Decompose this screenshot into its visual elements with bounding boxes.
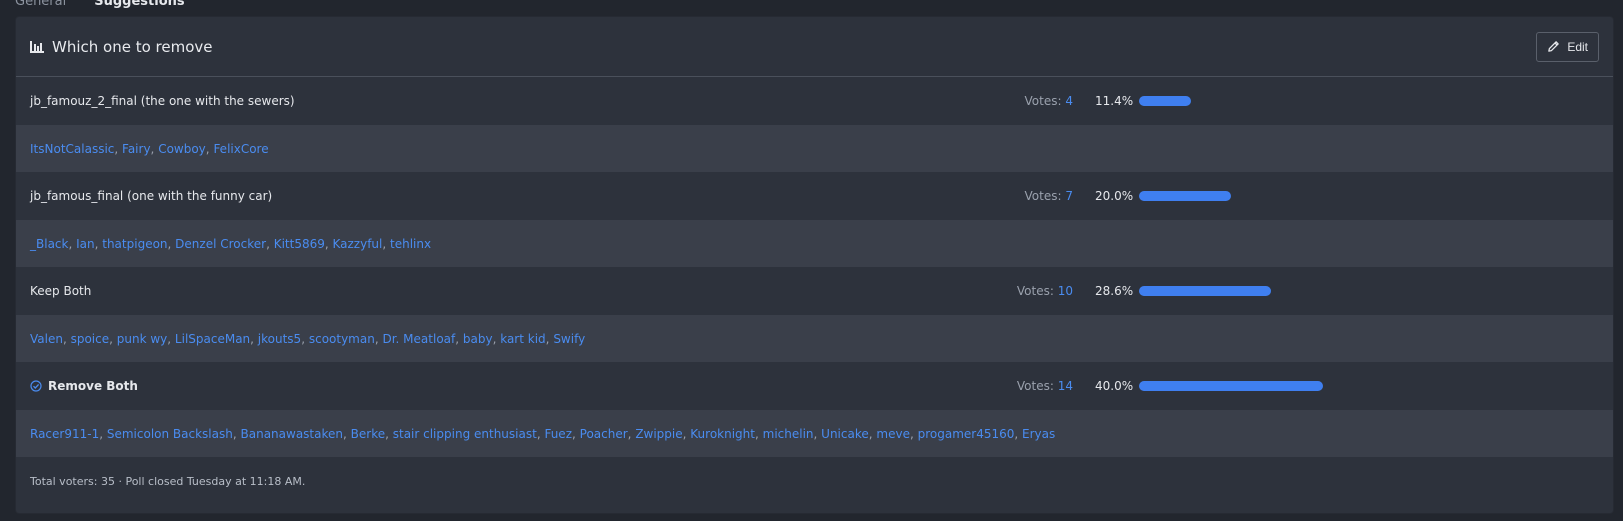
voter-link[interactable]: Denzel Crocker xyxy=(175,237,266,251)
voter-link[interactable]: Valen xyxy=(30,332,63,346)
voter-link[interactable]: stair clipping enthusiast xyxy=(393,427,537,441)
voter-link[interactable]: FelixCore xyxy=(213,142,268,156)
poll-title-text: Which one to remove xyxy=(52,37,213,56)
poll-option-bar-track xyxy=(1139,96,1599,106)
voter-link[interactable]: Cowboy xyxy=(158,142,206,156)
voter-link[interactable]: Dr. Meatloaf xyxy=(382,332,455,346)
voter-link[interactable]: Poacher xyxy=(580,427,628,441)
bar-chart-icon xyxy=(30,40,44,53)
voter-link[interactable]: progamer45160 xyxy=(918,427,1015,441)
poll-option-row: Keep Both Votes: 10 28.6% xyxy=(16,267,1613,315)
poll-option-label: Keep Both xyxy=(30,284,983,298)
tab-general[interactable]: General xyxy=(15,0,66,9)
poll-option-bar-track xyxy=(1139,381,1599,391)
voter-link[interactable]: meve xyxy=(876,427,910,441)
top-tabs: General Suggestions xyxy=(15,0,185,9)
poll-option-percent: 11.4% xyxy=(1095,94,1134,108)
voter-link[interactable]: Ian xyxy=(76,237,95,251)
votes-count[interactable]: 14 xyxy=(1058,379,1073,393)
voter-link[interactable]: tehlinx xyxy=(390,237,431,251)
poll-option-bar xyxy=(1139,286,1271,296)
pencil-icon xyxy=(1548,41,1560,52)
poll-footer: Total voters: 35 · Poll closed Tuesday a… xyxy=(30,474,306,488)
voter-link[interactable]: michelin xyxy=(763,427,814,441)
poll-option-text: Remove Both xyxy=(48,379,138,393)
votes-count[interactable]: 4 xyxy=(1065,94,1073,108)
voter-link[interactable]: kart kid xyxy=(500,332,545,346)
poll-voters-row: Valen, spoice, punk wy, LilSpaceMan, jko… xyxy=(16,315,1613,362)
votes-count[interactable]: 10 xyxy=(1058,284,1073,298)
poll-option-votes: Votes: 14 xyxy=(983,379,1073,393)
voter-link[interactable]: thatpigeon xyxy=(102,237,167,251)
poll-option-text: Keep Both xyxy=(30,284,92,298)
poll-option-bar xyxy=(1139,191,1231,201)
poll-voters-row: _Black, Ian, thatpigeon, Denzel Crocker,… xyxy=(16,220,1613,267)
poll-option-votes: Votes: 10 xyxy=(983,284,1073,298)
votes-label: Votes: xyxy=(1016,379,1054,393)
poll-header: Which one to remove Edit xyxy=(16,17,1613,77)
voter-link[interactable]: Berke xyxy=(351,427,385,441)
voter-link[interactable]: Fuez xyxy=(544,427,572,441)
poll-option-bar-track xyxy=(1139,286,1599,296)
voter-link[interactable]: ItsNotCalassic xyxy=(30,142,114,156)
voter-link[interactable]: Fairy xyxy=(122,142,151,156)
voter-link[interactable]: Zwippie xyxy=(635,427,682,441)
voter-link[interactable]: Kazzyful xyxy=(333,237,383,251)
poll-option-bar xyxy=(1139,381,1323,391)
poll-option-row: jb_famous_final (one with the funny car)… xyxy=(16,172,1613,220)
voter-link[interactable]: Unicake xyxy=(821,427,869,441)
votes-label: Votes: xyxy=(1024,94,1062,108)
edit-button[interactable]: Edit xyxy=(1536,31,1599,62)
voter-link[interactable]: Racer911-1 xyxy=(30,427,99,441)
voter-link[interactable]: Semicolon Backslash xyxy=(107,427,233,441)
voter-link[interactable]: Kitt5869 xyxy=(274,237,325,251)
poll-voters-row: ItsNotCalassic, Fairy, Cowboy, FelixCore xyxy=(16,125,1613,172)
poll-option-bar xyxy=(1139,96,1192,106)
poll-title: Which one to remove xyxy=(30,38,213,56)
votes-count[interactable]: 7 xyxy=(1065,189,1073,203)
voter-link[interactable]: punk wy xyxy=(117,332,168,346)
poll-option-row: jb_famouz_2_final (the one with the sewe… xyxy=(16,77,1613,125)
voter-link[interactable]: _Black xyxy=(30,237,68,251)
poll-options: jb_famouz_2_final (the one with the sewe… xyxy=(16,77,1613,457)
poll-option-bar-track xyxy=(1139,191,1599,201)
poll-option-label: jb_famous_final (one with the funny car) xyxy=(30,189,983,203)
poll-option-votes: Votes: 7 xyxy=(983,189,1073,203)
poll-option-votes: Votes: 4 xyxy=(983,94,1073,108)
poll-option-row: Remove Both Votes: 14 40.0% xyxy=(16,362,1613,410)
poll-option-percent: 28.6% xyxy=(1095,284,1134,298)
poll-option-text: jb_famouz_2_final (the one with the sewe… xyxy=(30,94,295,108)
poll-voters-row: Racer911-1, Semicolon Backslash, Bananaw… xyxy=(16,410,1613,457)
poll-option-text: jb_famous_final (one with the funny car) xyxy=(30,189,273,203)
poll-block: Which one to remove Edit jb_famouz_2_fin… xyxy=(15,16,1614,514)
voter-link[interactable]: Eryas xyxy=(1022,427,1055,441)
voter-link[interactable]: baby xyxy=(463,332,493,346)
voter-link[interactable]: scootyman xyxy=(309,332,375,346)
voter-link[interactable]: jkouts5 xyxy=(258,332,301,346)
voter-link[interactable]: spoice xyxy=(71,332,110,346)
tab-suggestions[interactable]: Suggestions xyxy=(94,0,184,9)
votes-label: Votes: xyxy=(1016,284,1054,298)
edit-button-label: Edit xyxy=(1567,39,1588,54)
poll-option-percent: 20.0% xyxy=(1095,189,1134,203)
voter-link[interactable]: Bananawastaken xyxy=(241,427,344,441)
voter-link[interactable]: Kuroknight xyxy=(690,427,755,441)
poll-option-label: jb_famouz_2_final (the one with the sewe… xyxy=(30,94,983,108)
voter-link[interactable]: LilSpaceMan xyxy=(175,332,250,346)
check-circle-icon xyxy=(30,380,42,392)
poll-option-percent: 40.0% xyxy=(1095,379,1134,393)
voter-link[interactable]: Swify xyxy=(553,332,585,346)
poll-option-label: Remove Both xyxy=(30,379,983,393)
votes-label: Votes: xyxy=(1024,189,1062,203)
